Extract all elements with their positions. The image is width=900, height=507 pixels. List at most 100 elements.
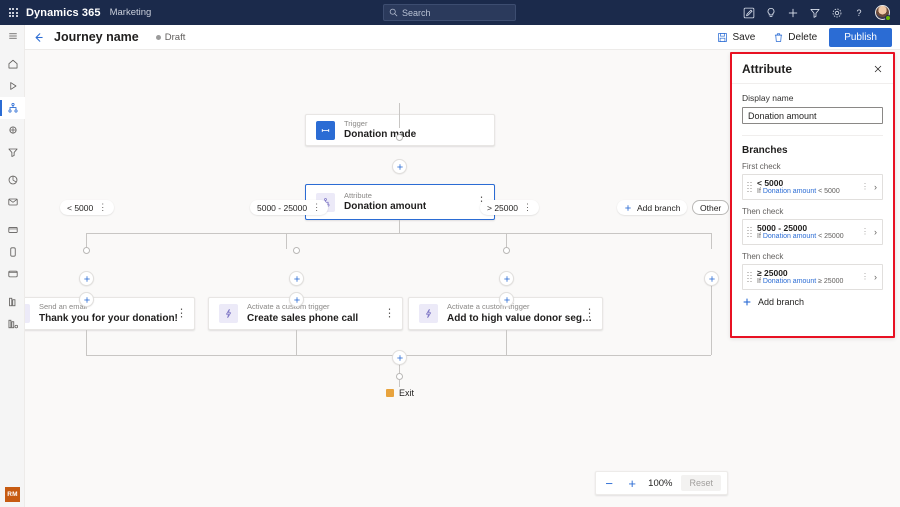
gear-icon[interactable] [826,0,848,25]
sidebar-item-triggers[interactable] [0,119,25,141]
branch-pill-2[interactable]: 5000 - 25000 ⋮ [250,200,328,215]
sidebar-item-library[interactable] [0,313,25,335]
branch-row-text: ≥ 25000 If Donation amount ≥ 25000 [757,268,861,287]
sidebar-item-mobile[interactable] [0,241,25,263]
drag-handle-icon[interactable] [747,272,753,283]
add-step-button-7[interactable] [289,292,304,307]
sidebar-item-segments[interactable] [0,141,25,163]
branch-row-menu[interactable]: ⋮ [861,183,869,191]
search-input[interactable]: Search [383,4,516,21]
action-title: Add to high value donor segment [447,312,592,325]
delete-button[interactable]: Delete [767,29,823,46]
sidebar-item-forms[interactable] [0,219,25,241]
branch-check-label-1: First check [742,162,883,171]
other-branch-label: Other [700,203,721,213]
sidebar-item-emails[interactable] [0,191,25,213]
panel-add-branch-button[interactable]: Add branch [742,297,883,307]
trigger-node[interactable]: Trigger Donation made [305,114,495,146]
drag-handle-icon[interactable] [747,227,753,238]
chevron-right-icon[interactable]: › [874,182,877,192]
connector-node [396,373,403,380]
branch-name: < 5000 [757,178,861,188]
branch-row-menu[interactable]: ⋮ [861,273,869,281]
rail-user[interactable]: RM [0,487,25,502]
action-card-1[interactable]: Send an email Thank you for your donatio… [25,297,195,330]
panel-add-branch-label: Add branch [758,297,804,307]
drag-handle-icon[interactable] [747,182,753,193]
journeys-icon [7,102,19,114]
search-placeholder: Search [402,8,431,18]
branch-row-1[interactable]: < 5000 If Donation amount < 5000 ⋮ › [742,174,883,200]
add-step-button-9[interactable] [392,350,407,365]
save-button[interactable]: Save [711,29,761,46]
display-name-input[interactable]: Donation amount [742,107,883,124]
action-more-menu[interactable]: ⋮ [584,308,595,319]
add-step-button-4[interactable] [499,271,514,286]
branch-row-menu[interactable]: ⋮ [861,228,869,236]
action-card-2[interactable]: Activate a custom trigger Create sales p… [208,297,403,330]
sidebar-item-analytics[interactable] [0,169,25,191]
mobile-icon [7,246,19,258]
plus-icon[interactable] [782,0,804,25]
branch-row-3[interactable]: ≥ 25000 If Donation amount ≥ 25000 ⋮ › [742,264,883,290]
action-more-menu[interactable]: ⋮ [176,308,187,319]
sidebar-item-home[interactable] [0,53,25,75]
branch-condition: If Donation amount ≥ 25000 [757,278,861,287]
menu-icon[interactable] [0,25,25,47]
sidebar-item-recent[interactable] [0,75,25,97]
action-more-menu[interactable]: ⋮ [384,308,395,319]
exit-flag-icon [386,389,394,397]
branch-pill-menu[interactable]: ⋮ [523,203,532,212]
attribute-kind: Attribute [344,191,426,200]
add-branch-pill[interactable]: Add branch [617,200,687,215]
plus-icon [293,275,301,283]
filter-icon[interactable] [804,0,826,25]
add-step-button-8[interactable] [499,292,514,307]
add-step-button-3[interactable] [289,271,304,286]
plus-icon [83,275,91,283]
add-step-button-6[interactable] [79,292,94,307]
action-title: Create sales phone call [247,312,358,325]
branch-pill-1[interactable]: < 5000 ⋮ [60,200,114,215]
custom-trigger-icon [419,304,438,323]
edit-icon[interactable] [738,0,760,25]
exit-node[interactable]: Exit [386,388,414,398]
zoom-reset-button[interactable]: Reset [681,475,721,491]
publish-button[interactable]: Publish [829,28,892,47]
add-step-button-5[interactable] [704,271,719,286]
plus-icon [503,296,511,304]
branch-pill-menu[interactable]: ⋮ [312,203,321,212]
plus-icon [83,296,91,304]
sidebar-item-assets[interactable] [0,291,25,313]
connector [506,339,507,355]
add-step-button-1[interactable] [392,159,407,174]
trigger-title: Donation made [344,128,416,141]
branch-row-2[interactable]: 5000 - 25000 If Donation amount < 25000 … [742,219,883,245]
branch-pill-label: < 5000 [67,203,93,213]
branch-pill-menu[interactable]: ⋮ [98,203,107,212]
back-arrow-icon[interactable] [30,29,46,45]
avatar[interactable] [870,0,894,25]
connector [711,233,712,249]
zoom-out-button[interactable]: − [602,476,616,490]
assets-icon [7,296,19,308]
lightbulb-icon[interactable] [760,0,782,25]
status-label: Draft [165,32,186,43]
chevron-right-icon[interactable]: › [874,227,877,237]
branch-pill-label: > 25000 [487,203,518,213]
help-icon[interactable]: ? [848,0,870,25]
chevron-right-icon[interactable]: › [874,272,877,282]
connector [296,330,297,339]
attribute-node[interactable]: Attribute Donation amount ⋮ [305,184,495,220]
action-title: Thank you for your donation! [39,312,178,325]
brand-label[interactable]: Dynamics 365 [26,7,101,19]
add-step-button-2[interactable] [79,271,94,286]
branch-pill-3[interactable]: > 25000 ⋮ [480,200,539,215]
branch-name: 5000 - 25000 [757,223,861,233]
app-launcher-icon[interactable] [0,0,26,25]
other-branch-pill[interactable]: Other [692,200,729,215]
sidebar-item-channels[interactable] [0,263,25,285]
zoom-in-button[interactable]: + [625,476,639,490]
close-icon[interactable] [873,64,883,74]
sidebar-item-journeys[interactable] [0,97,25,119]
